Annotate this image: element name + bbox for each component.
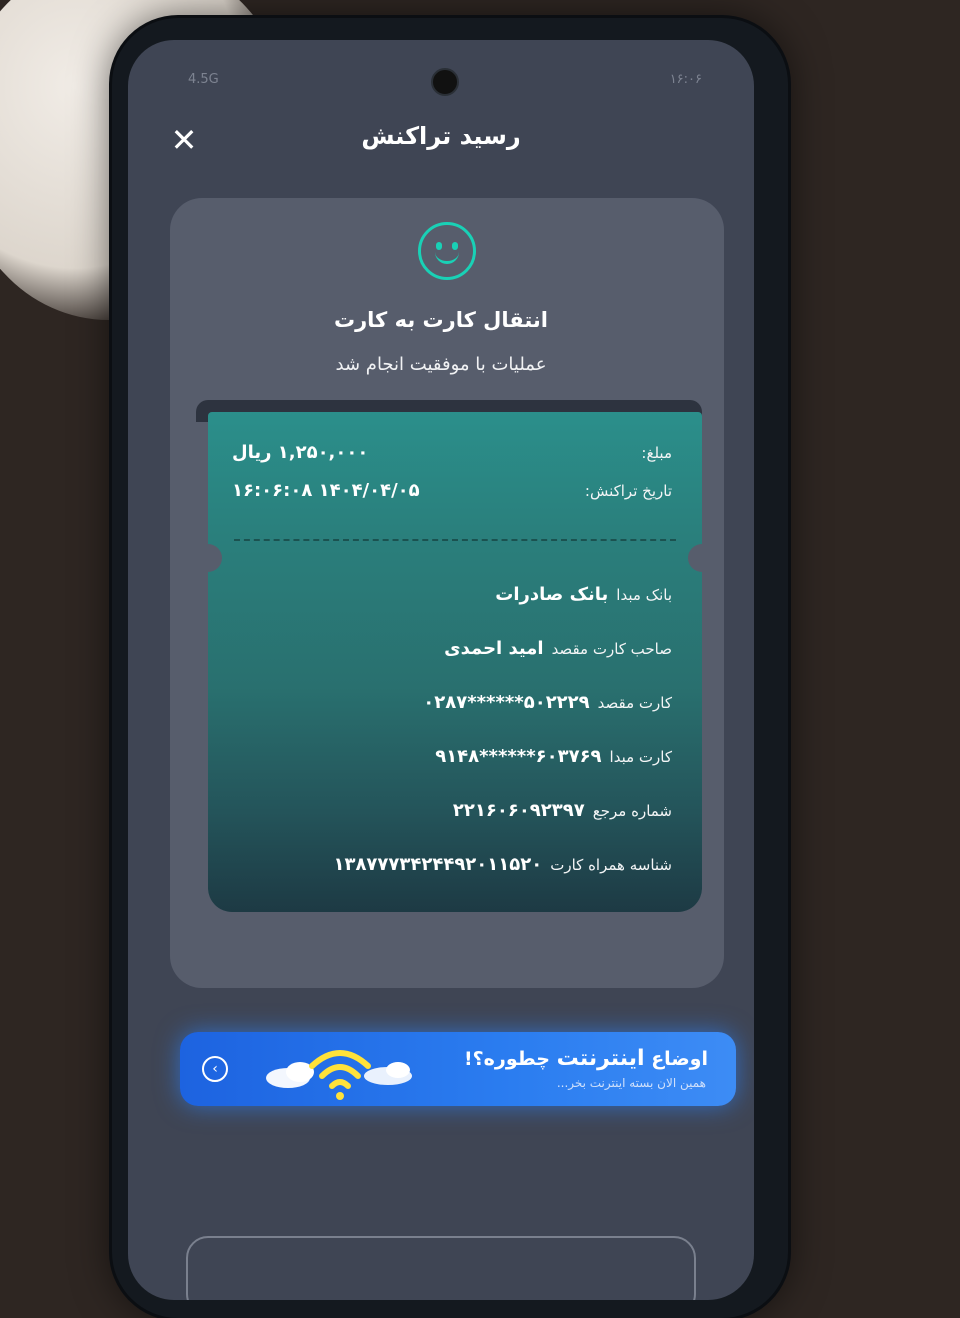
detail-value: بانک صادرات [495, 584, 609, 605]
transaction-type: انتقال کارت به کارت [333, 308, 548, 332]
detail-label: شناسه همراه کارت [550, 856, 672, 874]
detail-value: ۵۰۲۲۲۹******۰۲۸۷ [423, 692, 590, 713]
ticket-divider [234, 539, 676, 541]
clock: ۱۶:۰۶ [669, 72, 702, 87]
detail-row: کارت مقصد ۵۰۲۲۲۹******۰۲۸۷ [232, 692, 672, 713]
detail-label: صاحب کارت مقصد [551, 640, 672, 658]
promo-title-suffix: چطوره؟! [464, 1048, 550, 1070]
detail-value: ۱۳۸۷۷۷۳۴۲۴۴۹۲۰۱۱۵۲۰ [333, 854, 543, 875]
promo-title-prefix: اوضاع [651, 1048, 708, 1070]
detail-label: بانک مبدا [616, 586, 672, 604]
promo-subtitle: همین الان بسته اینترنت بخر... [556, 1076, 706, 1090]
detail-row: بانک مبدا بانک صادرات [232, 584, 672, 605]
internet-promo-banner[interactable]: ‹ اوضاع اینترنتت چطوره؟! همین الان بسته … [180, 1032, 736, 1106]
wifi-cloud-illustration [266, 1050, 412, 1100]
date-label: تاریخ تراکنش: [584, 482, 672, 500]
amount-value: ۱,۲۵۰,۰۰۰ ریال [232, 442, 369, 463]
detail-label: کارت مقصد [597, 694, 672, 712]
network-status: 4.5G [188, 72, 219, 87]
ticket-notch-left [208, 544, 222, 572]
receipt-ticket: مبلغ: ۱,۲۵۰,۰۰۰ ریال تاریخ تراکنش: ۱۴۰۴/… [208, 412, 702, 912]
chevron-left-icon[interactable]: ‹ [202, 1056, 228, 1082]
bottom-action-button[interactable] [186, 1236, 696, 1300]
phone-screen: 4.5G ۱۶:۰۶ ✕ رسید تراکنش انتقال کارت به … [128, 40, 754, 1300]
amount-row: مبلغ: ۱,۲۵۰,۰۰۰ ریال [232, 442, 672, 463]
detail-value: امید احمدی [444, 638, 544, 659]
detail-row: کارت مبدا ۶۰۳۷۶۹******۹۱۴۸ [232, 746, 672, 767]
page-title: رسید تراکنش [361, 122, 521, 150]
detail-label: شماره مرجع [592, 802, 672, 820]
camera-cutout [431, 68, 459, 96]
promo-title-accent: اینترنتت [556, 1046, 645, 1071]
detail-value: ۲۲۱۶۰۶۰۹۲۳۹۷ [452, 800, 585, 821]
date-row: تاریخ تراکنش: ۱۴۰۴/۰۴/۰۵ ۱۶:۰۶:۰۸ [232, 480, 672, 501]
transaction-status: عملیات با موفقیت انجام شد [335, 354, 547, 375]
detail-row: شناسه همراه کارت ۱۳۸۷۷۷۳۴۲۴۴۹۲۰۱۱۵۲۰ [232, 854, 672, 875]
detail-value: ۶۰۳۷۶۹******۹۱۴۸ [435, 746, 602, 767]
detail-row: شماره مرجع ۲۲۱۶۰۶۰۹۲۳۹۷ [232, 800, 672, 821]
date-value: ۱۴۰۴/۰۴/۰۵ ۱۶:۰۶:۰۸ [232, 480, 420, 501]
ticket-notch-right [688, 544, 702, 572]
smile-icon [418, 222, 476, 280]
amount-label: مبلغ: [641, 444, 672, 462]
promo-title: اوضاع اینترنتت چطوره؟! [464, 1046, 708, 1071]
detail-label: کارت مبدا [609, 748, 672, 766]
detail-row: صاحب کارت مقصد امید احمدی [232, 638, 672, 659]
